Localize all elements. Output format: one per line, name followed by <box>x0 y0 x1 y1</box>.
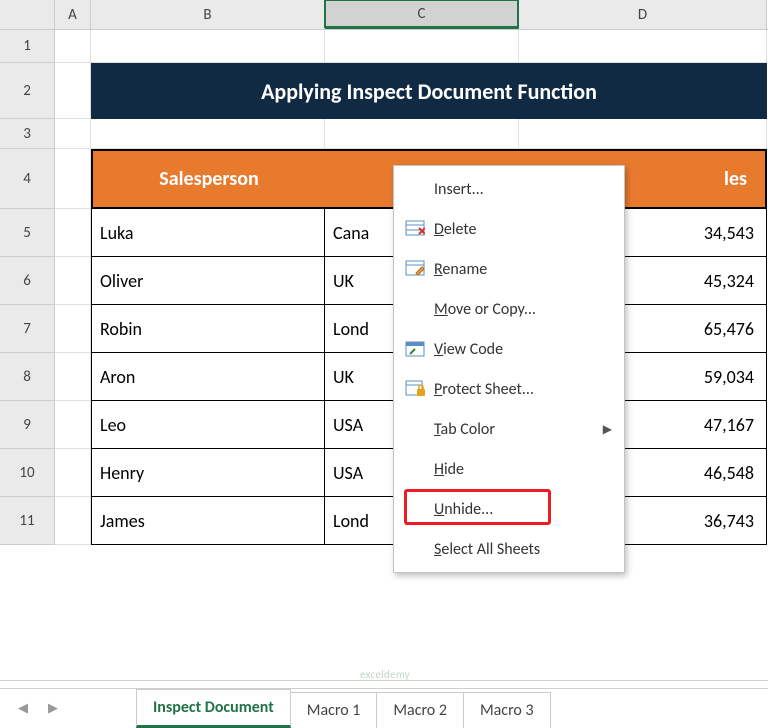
row-header-8[interactable]: 8 <box>0 353 55 401</box>
rename-icon <box>404 258 426 280</box>
menu-rename[interactable]: Rename <box>394 249 624 289</box>
cell-name[interactable]: Aron <box>91 353 325 401</box>
sheet-tab-context-menu: Insert... Delete Rename Move or Copy... … <box>393 165 625 573</box>
cell-name[interactable]: Henry <box>91 449 325 497</box>
column-headers: A B C D <box>0 0 768 30</box>
cell-name[interactable]: Luka <box>91 209 325 257</box>
menu-delete-label: Delete <box>434 220 477 239</box>
cell-name[interactable]: Robin <box>91 305 325 353</box>
row-header-9[interactable]: 9 <box>0 401 55 449</box>
view-code-icon <box>404 338 426 360</box>
cell-name[interactable]: Leo <box>91 401 325 449</box>
header-sales-visible: les <box>724 167 747 191</box>
row-header-1[interactable]: 1 <box>0 30 55 63</box>
tab-nav-prev[interactable]: ◀ <box>12 698 34 720</box>
row-header-10[interactable]: 10 <box>0 449 55 497</box>
tab-nav-next[interactable]: ▶ <box>42 698 64 720</box>
menu-insert[interactable]: Insert... <box>394 169 624 209</box>
menu-unhide-label: Unhide... <box>434 500 493 519</box>
chevron-right-icon: ▶ <box>603 422 612 437</box>
menu-tab-color[interactable]: Tab Color ▶ <box>394 409 624 449</box>
page-title: Applying Inspect Document Function <box>91 63 767 119</box>
col-header-c-label: C <box>418 5 426 23</box>
protect-icon <box>404 378 426 400</box>
col-header-a[interactable]: A <box>55 0 91 29</box>
row-header-4[interactable]: 4 <box>0 149 55 209</box>
row-header-3[interactable]: 3 <box>0 119 55 149</box>
cell-name[interactable]: James <box>91 497 325 545</box>
spreadsheet-grid: A B C D 1 2 Applying Inspect Document Fu… <box>0 0 768 680</box>
menu-select-all-label: Select All Sheets <box>434 540 540 559</box>
col-header-c[interactable]: C <box>325 0 519 29</box>
sheet-tab-inspect-document[interactable]: Inspect Document <box>136 689 291 728</box>
delete-icon <box>404 218 426 240</box>
menu-rename-label: Rename <box>434 260 487 279</box>
menu-view-code[interactable]: View Code <box>394 329 624 369</box>
menu-unhide[interactable]: Unhide... <box>394 489 624 529</box>
row-header-2[interactable]: 2 <box>0 63 55 119</box>
sheet-tab-macro-3[interactable]: Macro 3 <box>463 692 551 728</box>
sheet-tab-macro-1[interactable]: Macro 1 <box>290 692 378 728</box>
menu-insert-label: Insert... <box>434 180 484 199</box>
watermark: exceldemy <box>360 668 410 681</box>
menu-hide[interactable]: Hide <box>394 449 624 489</box>
col-header-b[interactable]: B <box>91 0 325 29</box>
cell-name[interactable]: Oliver <box>91 257 325 305</box>
select-all-corner[interactable] <box>0 0 55 29</box>
menu-move-or-copy[interactable]: Move or Copy... <box>394 289 624 329</box>
menu-tab-color-label: Tab Color <box>434 420 495 439</box>
menu-move-label: Move or Copy... <box>434 300 536 319</box>
col-header-d[interactable]: D <box>519 0 767 29</box>
header-salesperson: Salesperson <box>91 149 325 209</box>
menu-select-all-sheets[interactable]: Select All Sheets <box>394 529 624 569</box>
row-header-5[interactable]: 5 <box>0 209 55 257</box>
row-header-6[interactable]: 6 <box>0 257 55 305</box>
menu-view-code-label: View Code <box>434 340 503 359</box>
sheet-tab-macro-2[interactable]: Macro 2 <box>376 692 464 728</box>
row-header-7[interactable]: 7 <box>0 305 55 353</box>
menu-protect-sheet[interactable]: Protect Sheet... <box>394 369 624 409</box>
row-header-11[interactable]: 11 <box>0 497 55 545</box>
menu-delete[interactable]: Delete <box>394 209 624 249</box>
menu-protect-label: Protect Sheet... <box>434 380 534 399</box>
sheet-tab-strip: ◀ ▶ Inspect Document Macro 1 Macro 2 Mac… <box>0 688 768 728</box>
menu-hide-label: Hide <box>434 460 464 479</box>
